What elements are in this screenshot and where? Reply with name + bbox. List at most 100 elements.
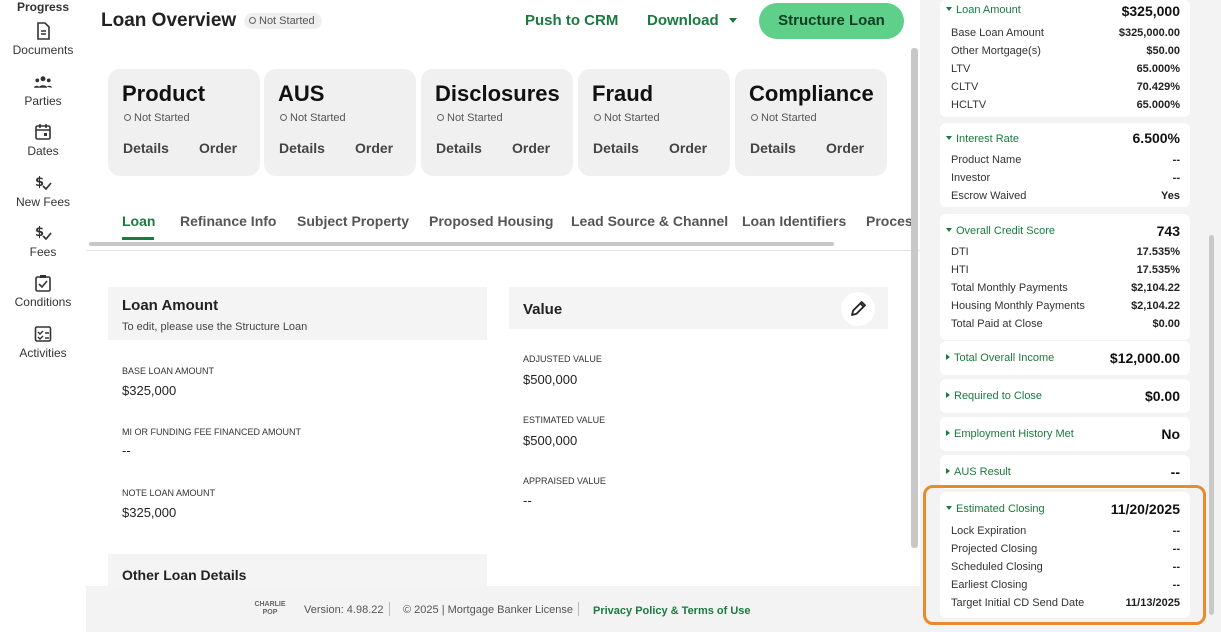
tab-subject-property[interactable]: Subject Property [297,213,409,229]
row-label: Investor [951,172,991,184]
order-link[interactable]: Order [199,140,237,156]
structure-loan-button[interactable]: Structure Loan [759,3,904,39]
status-badge: Not Started [244,13,322,29]
section-toggle-loan-amount[interactable]: Loan Amount [946,4,1021,16]
tab-lead-source-channel[interactable]: Lead Source & Channel [571,213,728,229]
chevron-down-icon [946,228,952,232]
card-title: Fraud [592,81,654,106]
tab-scrollbar[interactable] [89,242,834,246]
card-title: AUS [278,81,325,106]
main-scrollbar[interactable] [911,48,918,548]
appraised-value: -- [523,493,532,508]
row-label: Other Mortgage(s) [951,45,1041,57]
loan-amount-subtitle: To edit, please use the Structure Loan [122,321,308,333]
card-status: Not Started [594,112,660,124]
card-status-text: Not Started [604,112,660,124]
rail-item-documents[interactable]: Documents [0,22,86,57]
summary-row: DTI 17.535% [951,246,1180,258]
rail-progress[interactable]: Progress [0,0,86,14]
row-label: Product Name [951,154,1022,166]
card-status: Not Started [124,112,190,124]
details-link[interactable]: Details [123,140,169,156]
status-dot-icon [594,114,601,121]
details-link[interactable]: Details [750,140,796,156]
details-link[interactable]: Details [279,140,325,156]
chevron-right-icon [946,430,950,436]
rail-item-new-fees[interactable]: $ New Fees [0,174,86,209]
section-toggle-total-income[interactable]: Total Overall Income [946,352,1054,364]
estimated-value: $500,000 [523,433,578,448]
tab-loan-identifiers[interactable]: Loan Identifiers [742,213,846,229]
card-status-text: Not Started [447,112,503,124]
summary-row: Other Mortgage(s) $50.00 [951,45,1180,57]
summary-row: Base Loan Amount $325,000.00 [951,27,1180,39]
checklist-icon [34,326,52,342]
rail-item-activities[interactable]: Activities [0,325,86,360]
order-link[interactable]: Order [512,140,550,156]
chevron-right-icon [946,354,950,360]
row-label: HTI [951,264,969,276]
push-to-crm-button[interactable]: Push to CRM [525,12,618,29]
summary-row: Total Monthly Payments $2,104.22 [951,282,1180,294]
order-link[interactable]: Order [669,140,707,156]
order-link[interactable]: Order [355,140,393,156]
section-title: Overall Credit Score [956,225,1056,237]
card-title: Product [122,81,206,106]
main-content: Loan Overview Not Started Push to CRM Do… [86,0,920,632]
note-loan-amount-value: $325,000 [122,505,177,520]
rail-label-documents: Documents [12,43,74,57]
section-toggle-credit-score[interactable]: Overall Credit Score [946,225,1055,237]
details-link[interactable]: Details [593,140,639,156]
row-label: Base Loan Amount [951,27,1044,39]
tab-refinance-info[interactable]: Refinance Info [180,213,276,229]
svg-text:$: $ [35,225,44,240]
section-value: No [1161,426,1180,442]
card-product: Product Not Started Details Order [108,69,260,176]
rail-item-fees[interactable]: $ Fees [0,224,86,259]
download-button[interactable]: Download [647,12,719,29]
row-label: Housing Monthly Payments [951,300,1085,312]
section-toggle-aus-result[interactable]: AUS Result [946,466,1011,478]
section-toggle-required-to-close[interactable]: Required to Close [946,390,1042,402]
header: Loan Overview Not Started Push to CRM Do… [86,0,920,46]
tab-loan[interactable]: Loan [122,213,155,229]
chevron-right-icon [946,392,950,398]
privacy-policy-link[interactable]: Privacy Policy & Terms of Use [593,605,751,617]
section-toggle-interest-rate[interactable]: Interest Rate [946,133,1019,145]
card-status-text: Not Started [290,112,346,124]
rail-item-conditions[interactable]: Conditions [0,274,86,309]
status-text: Not Started [259,15,315,27]
chevron-down-icon[interactable] [729,18,737,23]
appraised-value-label: APPRAISED VALUE [523,476,606,486]
edit-button[interactable] [841,292,875,326]
status-dot-icon [280,114,287,121]
rail-label-parties: Parties [24,94,62,108]
dollar-check-icon: $ [35,225,52,241]
copyright-text: © 2025 | Mortgage Banker License [403,604,573,616]
parties-icon [34,76,52,88]
card-title: Compliance [749,81,874,106]
tab-proposed-housing[interactable]: Proposed Housing [429,213,553,229]
rail-label-new-fees: New Fees [15,195,71,209]
pencil-icon [851,301,866,316]
card-aus: AUS Not Started Details Order [264,69,416,176]
tab-process[interactable]: Process [866,213,912,229]
rail-label-fees: Fees [29,245,57,259]
card-fraud: Fraud Not Started Details Order [578,69,730,176]
row-value: $325,000.00 [1118,27,1180,39]
details-link[interactable]: Details [436,140,482,156]
right-scrollbar[interactable] [1209,235,1214,615]
summary-row: Product Name -- [951,154,1180,166]
logo-text: CHARLIE POP [254,601,286,616]
divider [86,250,920,251]
rail-item-parties[interactable]: Parties [0,73,86,108]
section-title: Loan Amount [956,4,1021,16]
order-link[interactable]: Order [826,140,864,156]
rail-label-dates: Dates [27,144,59,158]
section-toggle-employment-history[interactable]: Employment History Met [946,428,1074,440]
loan-amount-title: Loan Amount [122,297,219,314]
row-label: LTV [951,63,971,75]
row-value: $50.00 [1146,45,1180,57]
rail-item-dates[interactable]: Dates [0,123,86,158]
chevron-right-icon [946,468,950,474]
